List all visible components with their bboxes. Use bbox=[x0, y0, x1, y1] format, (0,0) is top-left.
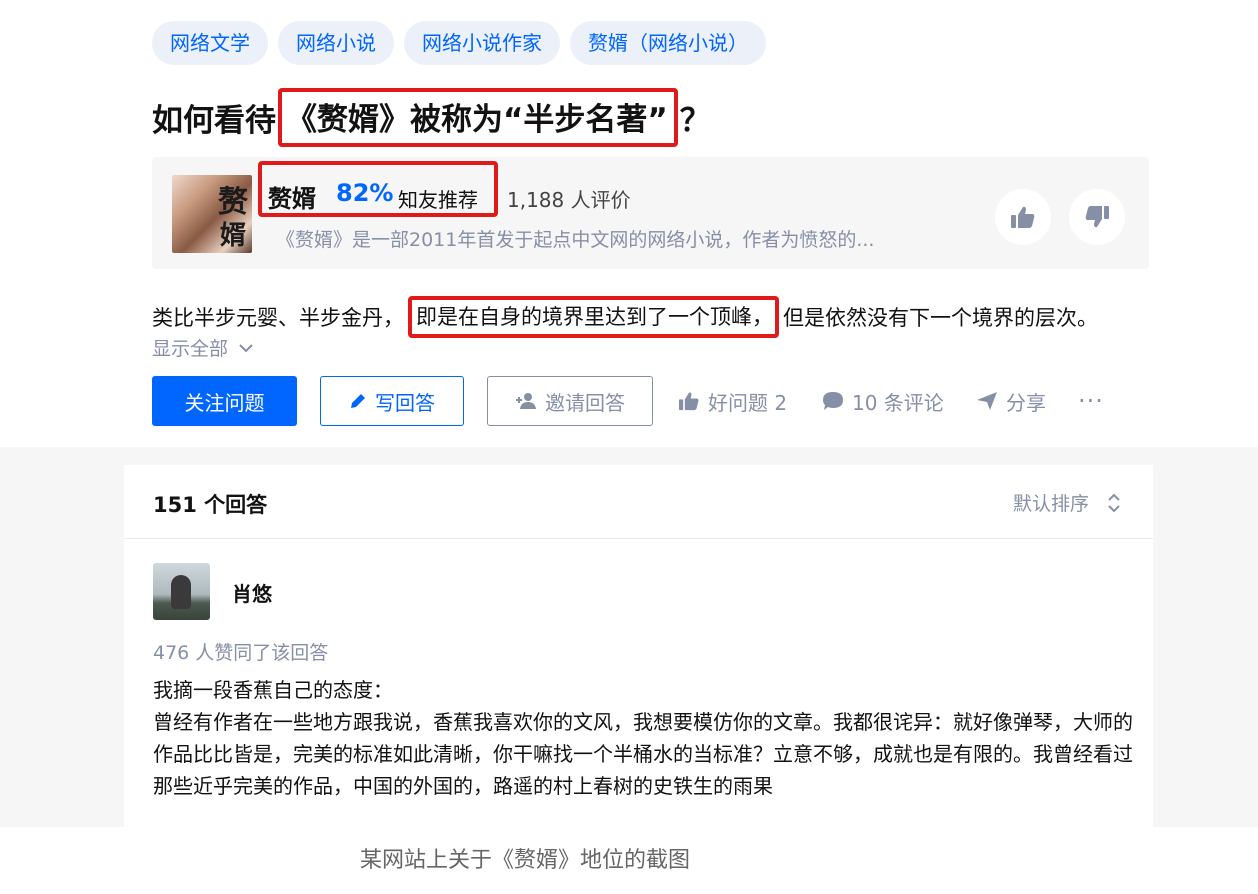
book-recommend-percent: 82% bbox=[336, 179, 394, 207]
answers-header: 151 个回答 默认排序 bbox=[124, 465, 1153, 539]
show-all-button[interactable]: 显示全部 bbox=[152, 334, 254, 361]
follow-question-button[interactable]: 关注问题 bbox=[152, 376, 297, 426]
dislike-button[interactable] bbox=[1069, 189, 1125, 245]
thumbs-down-icon bbox=[1085, 206, 1109, 228]
answer-paragraph: 曾经有作者在一些地方跟我说，香蕉我喜欢你的文风，我想要模仿你的文章。我都很诧异：… bbox=[153, 710, 1133, 798]
show-all-label: 显示全部 bbox=[152, 338, 229, 360]
topic-tags: 网络文学 网络小说 网络小说作家 赘婿（网络小说） bbox=[152, 21, 766, 65]
excerpt-before: 类比半步元婴、半步金丹， bbox=[152, 306, 404, 330]
pencil-icon bbox=[351, 394, 365, 408]
comments-button[interactable]: 10 条评论 bbox=[822, 376, 944, 426]
image-caption: 某网站上关于《赘婿》地位的截图 bbox=[360, 848, 691, 873]
topic-tag[interactable]: 网络文学 bbox=[152, 21, 268, 65]
page-background-right bbox=[1153, 447, 1258, 827]
good-question-label: 好问题 2 bbox=[708, 390, 788, 415]
answer-count: 151 个回答 bbox=[153, 493, 268, 517]
question-title: 如何看待 《赘婿》被称为“半步名著” ？ bbox=[152, 88, 711, 147]
write-answer-button[interactable]: 写回答 bbox=[320, 376, 464, 426]
invite-answer-button[interactable]: 邀请回答 bbox=[487, 376, 653, 426]
chevron-down-icon bbox=[239, 343, 253, 352]
section-divider bbox=[0, 447, 1258, 465]
sort-selector[interactable]: 默认排序 bbox=[1013, 489, 1121, 516]
title-prefix: 如何看待 bbox=[152, 103, 276, 139]
vote-count: 476 人赞同了该回答 bbox=[153, 642, 329, 664]
question-action-bar: 关注问题 写回答 邀请回答 好问题 2 10 条评论 分享 ··· bbox=[152, 376, 1132, 426]
title-highlight: 《赘婿》被称为“半步名著” bbox=[278, 88, 678, 147]
book-card[interactable]: 赘 婿 赘婿 82% 知友推荐 1,188 人评价 《赘婿》是一部2011年首发… bbox=[152, 157, 1149, 269]
like-button[interactable] bbox=[995, 189, 1051, 245]
avatar[interactable] bbox=[153, 563, 210, 620]
thumbs-up-icon bbox=[679, 392, 699, 411]
topic-tag[interactable]: 赘婿（网络小说） bbox=[570, 21, 766, 65]
avatar-figure bbox=[171, 575, 191, 609]
question-excerpt: 类比半步元婴、半步金丹， 即是在自身的境界里达到了一个顶峰， 但是依然没有下一个… bbox=[152, 296, 1098, 338]
answer-paragraph: 我摘一段香蕉自己的态度： bbox=[153, 678, 393, 702]
comment-icon bbox=[823, 392, 843, 410]
book-recommend-label: 知友推荐 bbox=[398, 188, 478, 212]
book-cover-image: 赘 婿 bbox=[172, 175, 252, 253]
book-rating-count: 1,188 人评价 bbox=[507, 188, 631, 212]
share-button[interactable]: 分享 bbox=[976, 376, 1046, 426]
excerpt-after: 但是依然没有下一个境界的层次。 bbox=[783, 306, 1098, 330]
more-options-button[interactable]: ··· bbox=[1078, 376, 1104, 426]
good-question-button[interactable]: 好问题 2 bbox=[678, 376, 787, 426]
author-name[interactable]: 肖悠 bbox=[232, 578, 272, 607]
add-user-icon bbox=[516, 393, 536, 409]
book-name: 赘婿 bbox=[268, 185, 316, 213]
title-suffix: ？ bbox=[679, 103, 711, 139]
topic-tag[interactable]: 网络小说作家 bbox=[404, 21, 560, 65]
comments-label: 10 条评论 bbox=[852, 390, 944, 415]
answer-item: 肖悠 476 人赞同了该回答 我摘一段香蕉自己的态度： 曾经有作者在一些地方跟我… bbox=[124, 540, 1153, 817]
excerpt-highlight: 即是在自身的境界里达到了一个顶峰， bbox=[408, 296, 779, 338]
book-description: 《赘婿》是一部2011年首发于起点中文网的网络小说，作者为愤怒的... bbox=[276, 229, 875, 251]
answer-content: 我摘一段香蕉自己的态度： 曾经有作者在一些地方跟我说，香蕉我喜欢你的文风，我想要… bbox=[153, 674, 1133, 802]
page-background-left bbox=[0, 447, 124, 827]
sort-toggle-icon bbox=[1108, 493, 1120, 512]
invite-answer-label: 邀请回答 bbox=[545, 390, 625, 415]
write-answer-label: 写回答 bbox=[375, 390, 435, 415]
topic-tag[interactable]: 网络小说 bbox=[278, 21, 394, 65]
thumbs-up-icon bbox=[1011, 206, 1035, 228]
sort-label: 默认排序 bbox=[1012, 493, 1089, 515]
share-label: 分享 bbox=[1006, 390, 1046, 415]
cover-char: 婿 bbox=[219, 221, 246, 251]
share-icon bbox=[977, 392, 997, 410]
